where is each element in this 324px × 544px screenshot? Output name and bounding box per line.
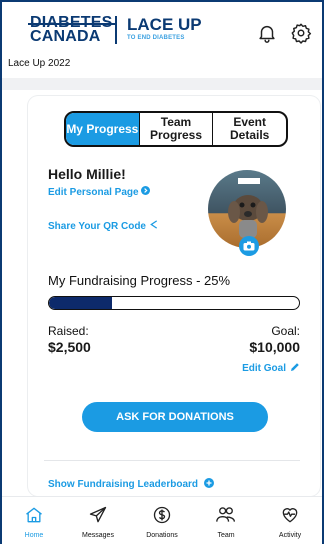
- edit-personal-page-link[interactable]: Edit Personal Page: [48, 186, 151, 198]
- nav-donations[interactable]: Donations: [130, 497, 194, 544]
- raised-value: $2,500: [48, 339, 91, 355]
- plus-circle-icon: [204, 478, 215, 491]
- bell-icon[interactable]: [256, 22, 278, 44]
- heart-pulse-icon: [280, 505, 300, 530]
- team-icon: [215, 505, 237, 530]
- share-qr-code-label: Share Your QR Code: [48, 221, 146, 232]
- arrow-circle-icon: [141, 186, 151, 198]
- nav-activity-label: Activity: [278, 532, 302, 539]
- diabetes-canada-logo: DIABETES CANADA: [28, 14, 114, 45]
- edit-goal-label: Edit Goal: [242, 363, 286, 374]
- nav-team-label: Team: [217, 532, 235, 539]
- fundraising-progress-bar: [48, 296, 300, 310]
- dollar-icon: [152, 505, 172, 530]
- share-icon: [149, 220, 159, 232]
- greeting: Hello Millie!: [48, 166, 126, 182]
- bottom-nav: Home Messages Donations Team Activity: [2, 496, 322, 544]
- gear-icon[interactable]: [290, 22, 312, 44]
- share-qr-code-link[interactable]: Share Your QR Code: [48, 220, 159, 232]
- nav-home[interactable]: Home: [2, 497, 66, 544]
- event-title: Lace Up 2022: [8, 58, 71, 69]
- camera-icon[interactable]: [239, 236, 259, 256]
- edit-personal-page-label: Edit Personal Page: [48, 187, 139, 198]
- logo-diabetes-text: DIABETES: [28, 14, 114, 31]
- ask-for-donations-button[interactable]: ASK FOR DONATIONS: [82, 402, 268, 432]
- tab-my-progress[interactable]: My Progress: [66, 113, 140, 145]
- app-header: DIABETES CANADA LACE UP TO END DIABETES: [2, 2, 322, 52]
- fundraising-progress-title: My Fundraising Progress - 25%: [48, 273, 231, 288]
- fundraising-progress-fill: [49, 297, 112, 309]
- fundraising-leaderboard-link[interactable]: Show Fundraising Leaderboard: [48, 478, 215, 491]
- nav-messages[interactable]: Messages: [66, 497, 130, 544]
- goal-value: $10,000: [249, 339, 300, 355]
- lace-up-tagline: TO END DIABETES: [127, 35, 185, 41]
- section-divider: [2, 78, 322, 90]
- progress-card: My Progress Team Progress Event Details …: [28, 96, 320, 496]
- leaderboard-label: Show Fundraising Leaderboard: [48, 479, 199, 490]
- divider-line: [44, 460, 300, 461]
- nav-donations-label: Donations: [146, 532, 178, 539]
- lace-up-logo: LACE UP: [127, 15, 202, 34]
- nav-messages-label: Messages: [82, 532, 114, 539]
- pencil-icon: [290, 362, 300, 375]
- nav-activity[interactable]: Activity: [258, 497, 322, 544]
- nav-home-label: Home: [24, 532, 44, 539]
- nav-team[interactable]: Team: [194, 497, 258, 544]
- edit-goal-link[interactable]: Edit Goal: [242, 362, 300, 375]
- logo-separator: [115, 16, 117, 44]
- home-icon: [24, 505, 44, 530]
- goal-label: Goal:: [271, 324, 300, 338]
- raised-label: Raised:: [48, 324, 89, 338]
- progress-tabs: My Progress Team Progress Event Details: [64, 111, 288, 147]
- send-icon: [88, 505, 108, 530]
- tab-team-progress[interactable]: Team Progress: [140, 113, 214, 145]
- tab-event-details[interactable]: Event Details: [213, 113, 286, 145]
- app-frame: DIABETES CANADA LACE UP TO END DIABETES …: [0, 0, 324, 544]
